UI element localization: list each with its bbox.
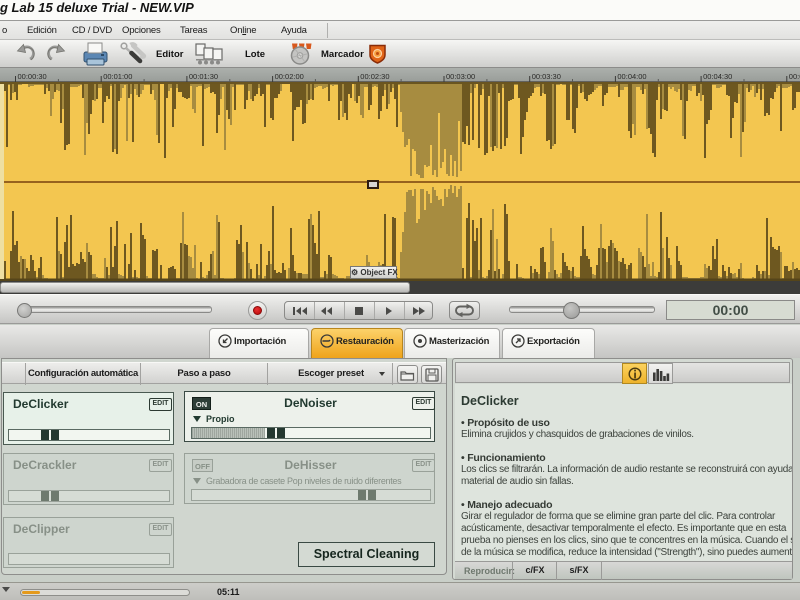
svg-text:00:05:00: 00:05:00: [789, 72, 800, 81]
svg-text:00:04:00: 00:04:00: [617, 72, 646, 81]
svg-text:00:04:30: 00:04:30: [703, 72, 732, 81]
svg-text:00:02:00: 00:02:00: [275, 72, 304, 81]
svg-text:00:02:30: 00:02:30: [360, 72, 389, 81]
svg-text:00:03:00: 00:03:00: [446, 72, 475, 81]
svg-text:00:01:00: 00:01:00: [103, 72, 132, 81]
svg-text:00:03:30: 00:03:30: [532, 72, 561, 81]
svg-text:00:00:30: 00:00:30: [18, 72, 47, 81]
svg-text:00:01:30: 00:01:30: [189, 72, 218, 81]
